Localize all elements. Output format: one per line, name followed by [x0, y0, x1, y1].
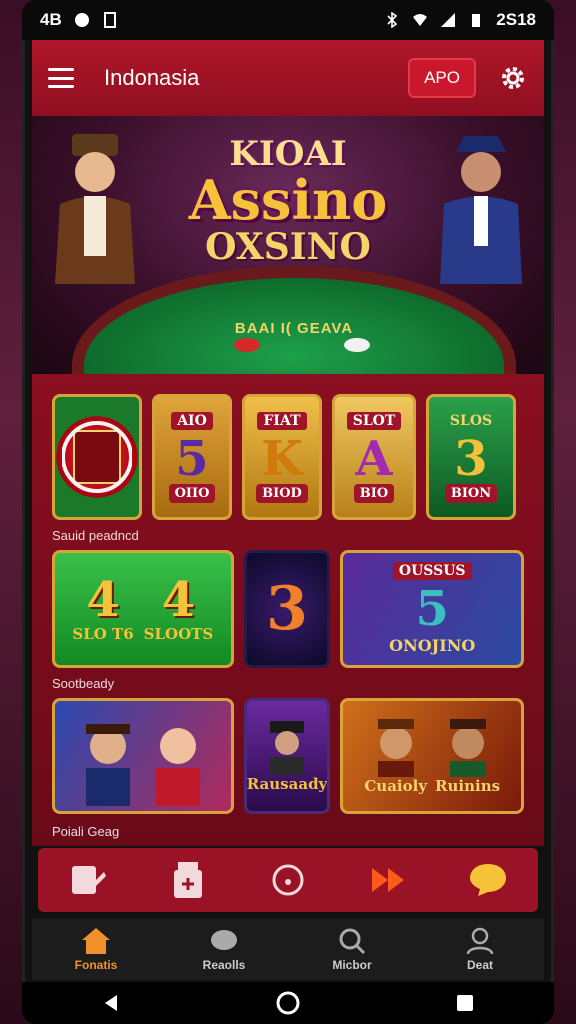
recents-button[interactable]	[445, 983, 485, 1023]
phone-frame: 4B 2S18 Indonasia APO BAAI I(GEAVA KIOA…	[22, 0, 554, 1024]
slot-game-tile[interactable]: FIAT K BIOD	[242, 394, 322, 520]
tile-big-symbol: A	[355, 430, 393, 487]
tile-caption: ONOJINO	[389, 635, 476, 655]
live-casino-tile[interactable]: Rausaady	[243, 698, 331, 814]
sim-icon	[103, 12, 116, 28]
slots-game-tile[interactable]: 4 SLO T6 4 SLOOTS	[52, 550, 234, 668]
app-button[interactable]: APO	[408, 58, 476, 98]
chat-bubbles-icon	[211, 930, 237, 950]
host-illustration	[449, 719, 486, 777]
battery-icon	[472, 14, 481, 27]
chat-button[interactable]	[466, 858, 510, 902]
support-button[interactable]	[266, 858, 310, 902]
gear-icon[interactable]	[498, 63, 528, 93]
home-circle-icon	[276, 991, 300, 1015]
promo-button[interactable]	[366, 858, 410, 902]
tile-top-label: FIAT	[257, 411, 307, 430]
table-text: BAAI I( GEAVA	[234, 320, 354, 337]
roulette-game-tile[interactable]	[52, 394, 142, 520]
tile-caption: Ruinins	[435, 777, 501, 795]
section-label: Sootbeady	[52, 676, 115, 691]
nav-label: Deat	[466, 958, 493, 972]
tile-caption: Rausaady	[246, 775, 328, 793]
section-label: Sauid peadncd	[52, 528, 139, 543]
chip-icon	[344, 338, 370, 352]
back-button[interactable]	[91, 983, 131, 1023]
tile-caption: Cuaioly	[364, 777, 428, 795]
back-icon	[104, 995, 117, 1011]
fast-forward-icon	[372, 868, 404, 892]
game-row-3: Rausaady Cuaioly Ruinins	[52, 698, 524, 814]
nav-item-results[interactable]: Reaolls	[179, 926, 269, 972]
edit-note-icon	[72, 866, 106, 894]
status-bar: 4B 2S18	[22, 0, 554, 40]
tile-top-label: SLOS	[449, 412, 493, 429]
search-icon	[339, 928, 366, 955]
host-illustration	[377, 719, 414, 777]
system-navigation-bar	[22, 982, 554, 1024]
nav-item-account[interactable]: Deat	[435, 926, 525, 972]
status-left-text: 4B	[40, 10, 62, 29]
quick-action-bar	[38, 848, 538, 912]
app-header: Indonasia APO	[32, 40, 544, 116]
tile-big-symbol: 3	[266, 574, 308, 644]
app-title: Indonasia	[104, 65, 200, 90]
nav-item-search[interactable]: Micbor	[307, 926, 397, 972]
tile-top-label: OUSSUS	[392, 561, 472, 580]
live-casino-tile[interactable]	[52, 698, 234, 814]
casino-logo: KIOAI Assino OXSINO	[32, 134, 544, 268]
notes-button[interactable]	[66, 858, 110, 902]
tile-big-symbol: 5	[415, 580, 449, 637]
tile-big-symbol: 4	[161, 572, 196, 628]
hero-banner[interactable]: BAAI I( GEAVA KIOAI Assino OXSINO	[32, 116, 544, 374]
signal-icon	[441, 13, 456, 27]
wifi-icon	[413, 14, 428, 26]
logo-bottom-text: OXSINO	[205, 226, 371, 268]
tile-caption: SLOOTS	[143, 625, 214, 643]
tile-caption: BIOD	[256, 483, 308, 503]
gift-icon	[174, 862, 202, 898]
slot-game-tile[interactable]: SLOT A BIO	[332, 394, 416, 520]
live-casino-tile[interactable]: Cuaioly Ruinins	[340, 698, 524, 814]
tile-big-symbol: 4	[86, 572, 120, 628]
nav-label: Fonatis	[74, 958, 118, 972]
section-label: Poiali Geag	[52, 824, 120, 839]
notification-icon	[74, 13, 89, 27]
logo-main-text: Assino	[188, 168, 388, 232]
slot-game-tile[interactable]: AIO 5 OIIO	[152, 394, 232, 520]
tile-top-label: AIO	[171, 411, 213, 430]
tile-caption: SLO T6	[72, 625, 134, 643]
featured-game-tile[interactable]: OUSSUS 5 ONOJINO	[340, 550, 524, 668]
bottom-navigation: Fonatis Reaolls Micbor Deat	[32, 918, 544, 980]
tile-top-label: SLOT	[346, 411, 402, 430]
chat-icon	[470, 864, 506, 896]
tile-big-symbol: K	[261, 430, 303, 487]
tile-caption: BIO	[353, 483, 395, 503]
headset-icon	[272, 864, 304, 896]
chip-icon	[234, 338, 260, 352]
hosts-illustration	[85, 724, 200, 806]
host-illustration	[270, 721, 305, 775]
gift-button[interactable]	[166, 858, 210, 902]
menu-icon[interactable]	[48, 68, 74, 88]
roulette-icon	[62, 421, 132, 493]
tile-caption: BION	[444, 483, 498, 503]
user-icon	[466, 927, 494, 955]
bluetooth-icon	[387, 12, 398, 28]
tile-big-symbol: 5	[175, 430, 209, 487]
nav-item-home[interactable]: Fonatis	[51, 926, 141, 972]
home-icon	[82, 928, 110, 954]
game-row-2: 4 SLO T6 4 SLOOTS 3 OUSSUS 5 ONOJINO	[52, 550, 524, 668]
game-row-1: AIO 5 OIIO FIAT K BIOD SLOT A BIO SLOS 3…	[52, 394, 524, 520]
nav-label: Micbor	[332, 958, 372, 972]
home-button[interactable]	[268, 983, 308, 1023]
slot-game-tile[interactable]: 3	[243, 550, 331, 668]
games-area: AIO 5 OIIO FIAT K BIOD SLOT A BIO SLOS 3…	[32, 374, 544, 846]
status-time: 2S18	[496, 10, 536, 29]
recents-icon	[457, 995, 474, 1011]
slot-game-tile[interactable]: SLOS 3 BION	[426, 394, 516, 520]
tile-big-symbol: 3	[454, 430, 488, 487]
tile-caption: OIIO	[168, 483, 216, 503]
nav-label: Reaolls	[202, 958, 246, 972]
